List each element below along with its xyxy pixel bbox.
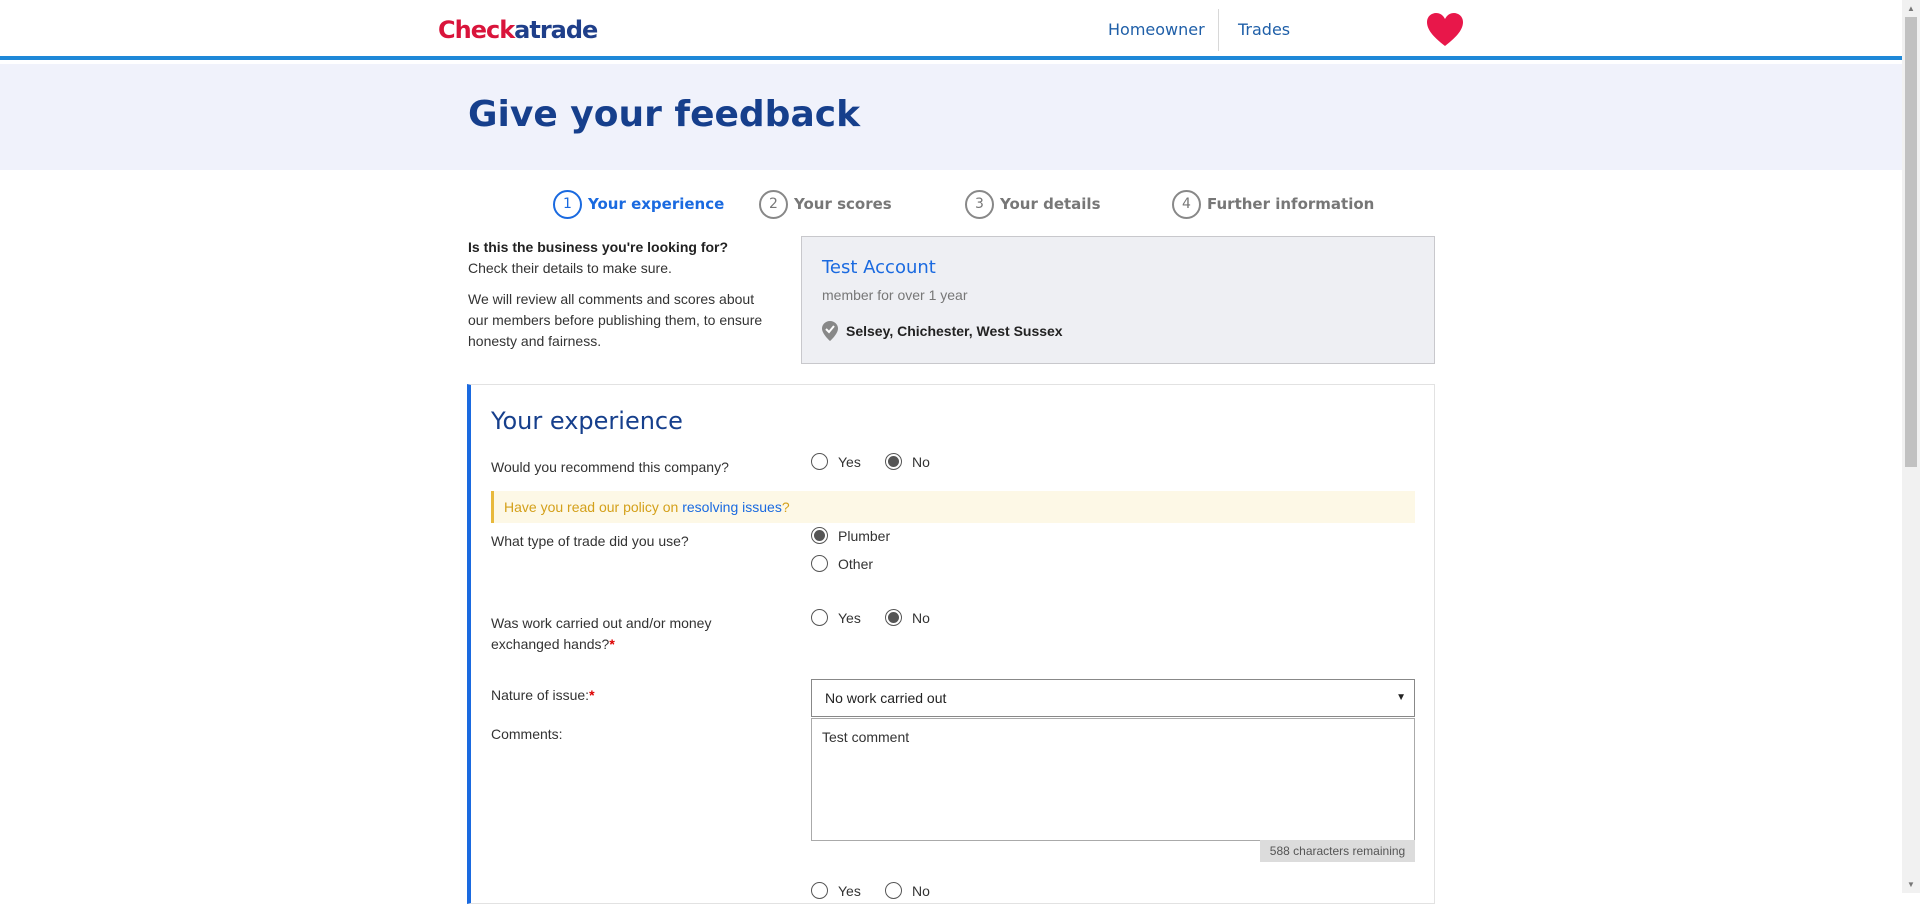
radio-label: Plumber	[838, 527, 891, 544]
next-no-radio[interactable]: No	[885, 882, 930, 899]
business-membership: member for over 1 year	[822, 287, 968, 303]
experience-form: Your experience Would you recommend this…	[467, 384, 1435, 904]
resolving-issues-link[interactable]: resolving issues	[682, 499, 782, 515]
chevron-down-icon: ▼	[1396, 692, 1406, 703]
radio-circle	[811, 609, 828, 626]
step-further-information[interactable]: 4 Further information	[1172, 189, 1374, 219]
radio-circle	[885, 453, 902, 470]
issue-question: Nature of issue:*	[491, 685, 751, 706]
radio-label: No	[912, 453, 930, 470]
required-marker: *	[589, 687, 595, 703]
radio-circle	[811, 527, 828, 544]
nav-trades-link[interactable]: Trades	[1238, 20, 1290, 39]
characters-remaining: 588 characters remaining	[1260, 840, 1415, 862]
intro-text: Is this the business you're looking for?…	[468, 237, 768, 362]
required-marker: *	[609, 636, 615, 652]
top-navbar: Checkatrade Homeowner Trades	[0, 0, 1902, 60]
radio-label: No	[912, 882, 930, 899]
policy-notice: Have you read our policy on resolving is…	[491, 491, 1415, 523]
comments-label: Comments:	[491, 726, 563, 742]
intro-question: Is this the business you're looking for?	[468, 239, 729, 255]
trade-plumber-radio[interactable]: Plumber	[811, 527, 890, 544]
hero-banner: Give your feedback	[0, 64, 1902, 170]
radio-label: Other	[838, 555, 874, 572]
step-your-details[interactable]: 3 Your details	[965, 189, 1101, 219]
step-your-experience[interactable]: 1 Your experience	[553, 189, 724, 219]
form-title: Your experience	[491, 407, 683, 435]
nature-of-issue-select[interactable]: No work carried out ▼	[811, 679, 1415, 717]
location-pin-icon	[822, 321, 838, 341]
step-number: 4	[1172, 189, 1201, 219]
radio-label: Yes	[838, 453, 861, 470]
step-label: Your details	[1000, 195, 1101, 213]
step-number: 1	[553, 189, 582, 219]
comments-textarea[interactable]: Test comment	[811, 718, 1415, 841]
select-value: No work carried out	[825, 690, 947, 706]
page-scrollbar[interactable]: ▲ ▼	[1902, 0, 1920, 893]
radio-label: Yes	[838, 609, 861, 626]
radio-circle	[811, 555, 828, 572]
heart-icon[interactable]	[1426, 12, 1464, 48]
intro-hint: Check their details to make sure.	[468, 260, 672, 276]
business-name[interactable]: Test Account	[822, 257, 936, 278]
radio-circle	[885, 882, 902, 899]
scrollbar-thumb[interactable]	[1905, 17, 1917, 467]
next-yes-radio[interactable]: Yes	[811, 882, 861, 899]
scroll-up-arrow-icon[interactable]: ▲	[1902, 0, 1920, 17]
intro-note: We will review all comments and scores a…	[468, 291, 763, 349]
business-location-text: Selsey, Chichester, West Sussex	[846, 323, 1063, 339]
work-yes-radio[interactable]: Yes	[811, 609, 861, 626]
business-location: Selsey, Chichester, West Sussex	[822, 321, 1063, 341]
radio-circle	[811, 882, 828, 899]
step-number: 2	[759, 189, 788, 219]
step-label: Your experience	[588, 195, 725, 213]
step-label: Further information	[1207, 195, 1375, 213]
nav-divider	[1218, 9, 1219, 51]
notice-text: Have you read our policy on	[504, 499, 683, 515]
trade-other-radio[interactable]: Other	[811, 555, 873, 572]
checkatrade-logo[interactable]: Checkatrade	[438, 16, 598, 44]
radio-label: Yes	[838, 882, 861, 899]
scroll-down-arrow-icon[interactable]: ▼	[1902, 876, 1920, 893]
recommend-no-radio[interactable]: No	[885, 453, 930, 470]
work-question-text: Was work carried out and/or money exchan…	[491, 615, 712, 652]
recommend-yes-radio[interactable]: Yes	[811, 453, 861, 470]
step-your-scores[interactable]: 2 Your scores	[759, 189, 892, 219]
page-title: Give your feedback	[468, 94, 861, 135]
radio-circle	[811, 453, 828, 470]
nav-homeowner-link[interactable]: Homeowner	[1108, 20, 1205, 39]
issue-question-text: Nature of issue:	[491, 687, 590, 703]
recommend-question: Would you recommend this company?	[491, 459, 729, 475]
trade-question: What type of trade did you use?	[491, 533, 689, 549]
work-question: Was work carried out and/or money exchan…	[491, 613, 721, 655]
business-card: Test Account member for over 1 year Sels…	[801, 236, 1435, 364]
radio-circle	[885, 609, 902, 626]
step-number: 3	[965, 189, 994, 219]
radio-label: No	[912, 609, 930, 626]
work-no-radio[interactable]: No	[885, 609, 930, 626]
step-label: Your scores	[794, 195, 892, 213]
notice-suffix: ?	[781, 499, 790, 515]
